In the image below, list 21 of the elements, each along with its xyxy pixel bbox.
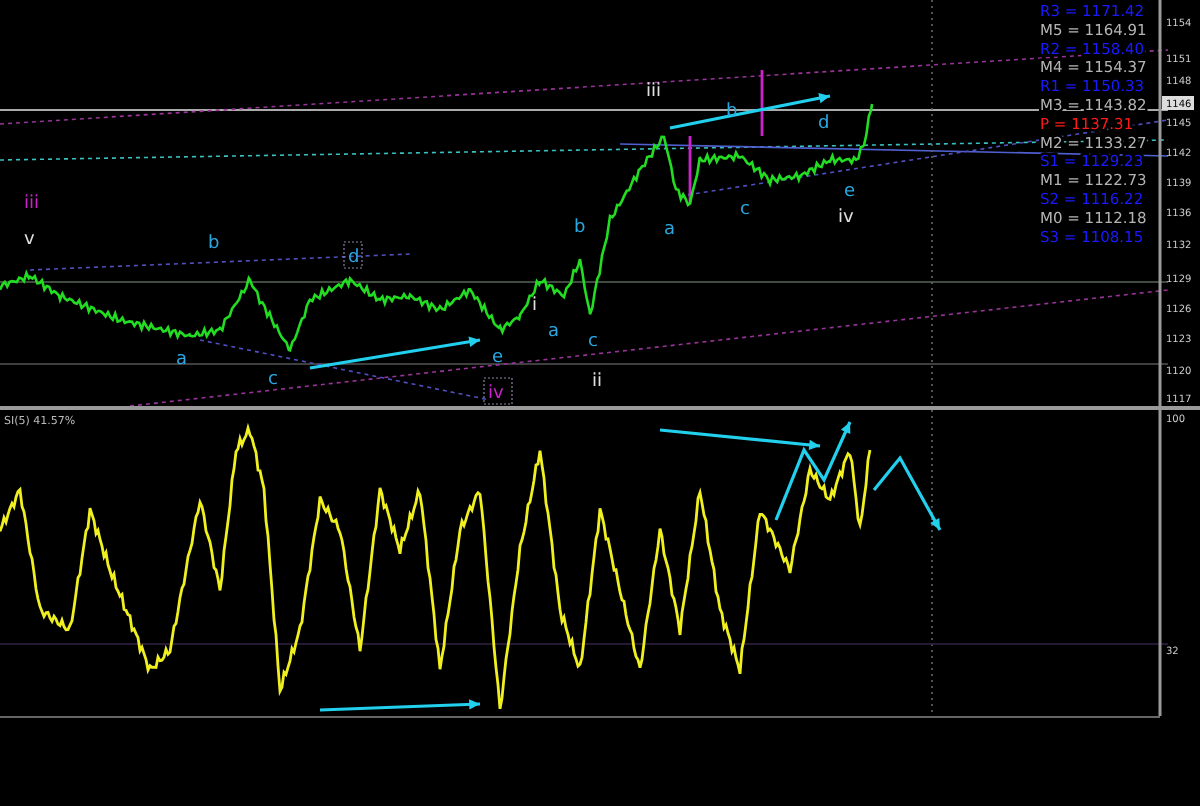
wave-label: c — [740, 200, 750, 220]
wave-label: iii — [24, 194, 40, 214]
wave-label: e — [844, 182, 856, 202]
wave-label: iv — [483, 377, 513, 405]
wave-label: b — [208, 234, 220, 254]
wave-label: b — [574, 218, 586, 238]
wave-label: ii — [592, 372, 603, 392]
wave-label: d — [343, 241, 363, 269]
wave-label: c — [588, 332, 598, 352]
wave-label: a — [176, 350, 188, 370]
wave-label: a — [548, 322, 560, 342]
wave-label: iii — [646, 82, 662, 102]
wave-label: c — [268, 370, 278, 390]
wave-label: i — [532, 296, 538, 316]
wave-label: b — [726, 102, 738, 122]
trend-arrow — [872, 455, 942, 531]
wave-label: iv — [838, 208, 854, 228]
wave-label: d — [818, 114, 830, 134]
wave-label: v — [24, 230, 35, 250]
wave-label: a — [664, 220, 676, 240]
wave-label: e — [492, 348, 504, 368]
